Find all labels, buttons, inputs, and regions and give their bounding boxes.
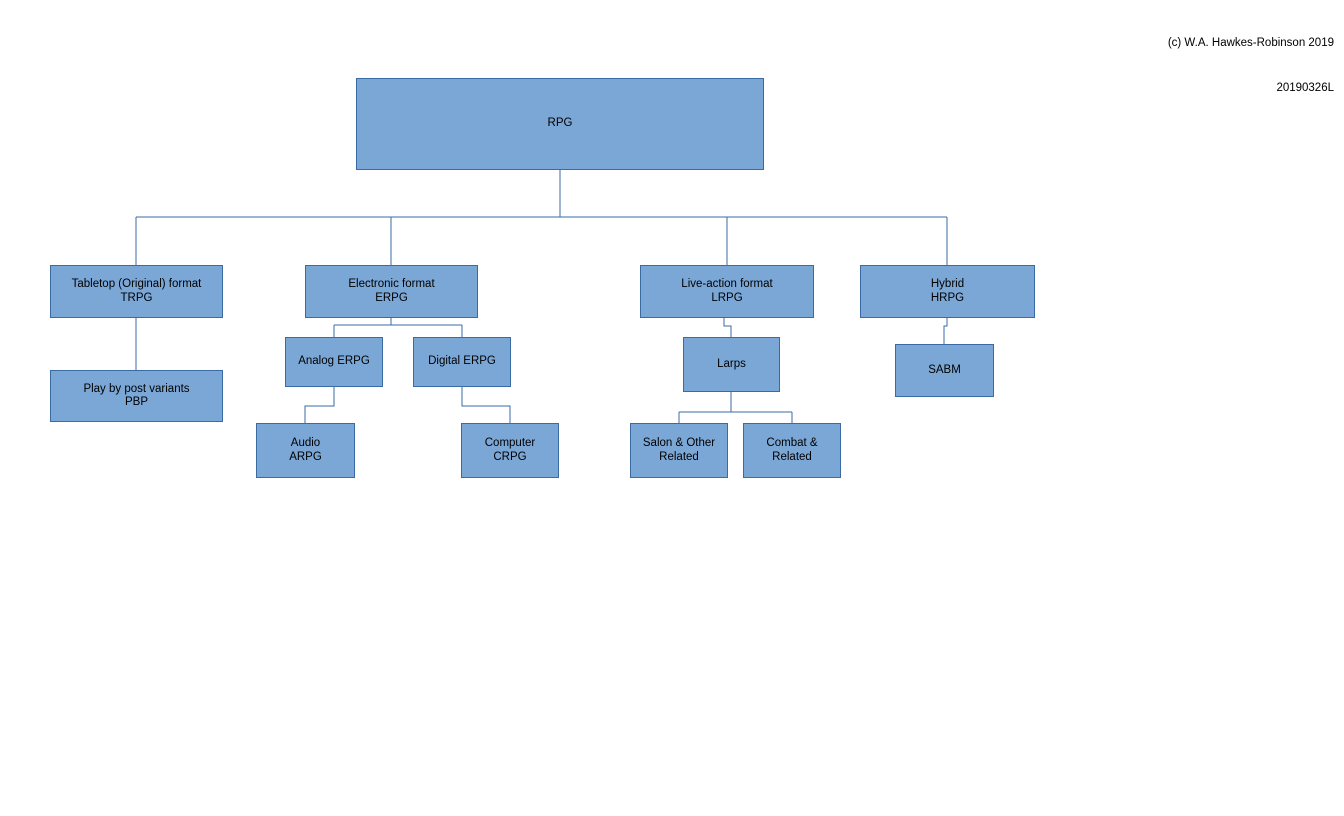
copyright-line: (c) W.A. Hawkes-Robinson 2019: [1167, 37, 1334, 49]
node-hrpg[interactable]: Hybrid HRPG: [860, 265, 1035, 318]
node-larps[interactable]: Larps: [683, 337, 780, 392]
node-rpg-label: RPG: [547, 117, 573, 130]
node-sabm-label: SABM: [928, 363, 961, 376]
node-rpg[interactable]: RPG: [356, 78, 764, 170]
node-combat-label: Combat & Related: [766, 437, 818, 463]
document-date-code: 20190326L: [1276, 82, 1334, 94]
edge-analog-to-audio: [304, 387, 335, 423]
node-sabm[interactable]: SABM: [895, 344, 994, 397]
edge-lrpg-to-larps: [723, 318, 732, 337]
node-digital-erpg-label: Digital ERPG: [428, 355, 496, 368]
node-trpg-label: Tabletop (Original) format TRPG: [71, 278, 202, 304]
node-audio-arpg[interactable]: Audio ARPG: [256, 423, 355, 478]
copyright-credit: (c) W.A. Hawkes-Robinson 2019 20190326L: [1168, 6, 1334, 126]
node-audio-arpg-label: Audio ARPG: [289, 437, 322, 463]
node-hrpg-label: Hybrid HRPG: [930, 278, 965, 304]
node-pbp-label: Play by post variants PBP: [83, 382, 190, 409]
node-combat-related[interactable]: Combat & Related: [743, 423, 841, 478]
node-salon-other-related[interactable]: Salon & Other Related: [630, 423, 728, 478]
node-erpg-label: Electronic format ERPG: [348, 278, 435, 304]
node-larps-label: Larps: [717, 357, 746, 370]
edge-hrpg-to-sabm: [943, 318, 948, 344]
node-trpg[interactable]: Tabletop (Original) format TRPG: [50, 265, 223, 318]
node-computer-crpg[interactable]: Computer CRPG: [461, 423, 559, 478]
node-computer-crpg-label: Computer CRPG: [484, 437, 536, 463]
diagram-canvas: (c) W.A. Hawkes-Robinson 2019 20190326L: [0, 0, 1344, 816]
node-salon-label: Salon & Other Related: [642, 437, 716, 463]
node-digital-erpg[interactable]: Digital ERPG: [413, 337, 511, 387]
node-lrpg[interactable]: Live-action format LRPG: [640, 265, 814, 318]
edge-digital-to-computer: [461, 387, 511, 423]
node-pbp[interactable]: Play by post variants PBP: [50, 370, 223, 422]
node-analog-erpg[interactable]: Analog ERPG: [285, 337, 383, 387]
node-erpg[interactable]: Electronic format ERPG: [305, 265, 478, 318]
node-analog-erpg-label: Analog ERPG: [298, 355, 370, 368]
node-lrpg-label: Live-action format LRPG: [681, 278, 773, 304]
